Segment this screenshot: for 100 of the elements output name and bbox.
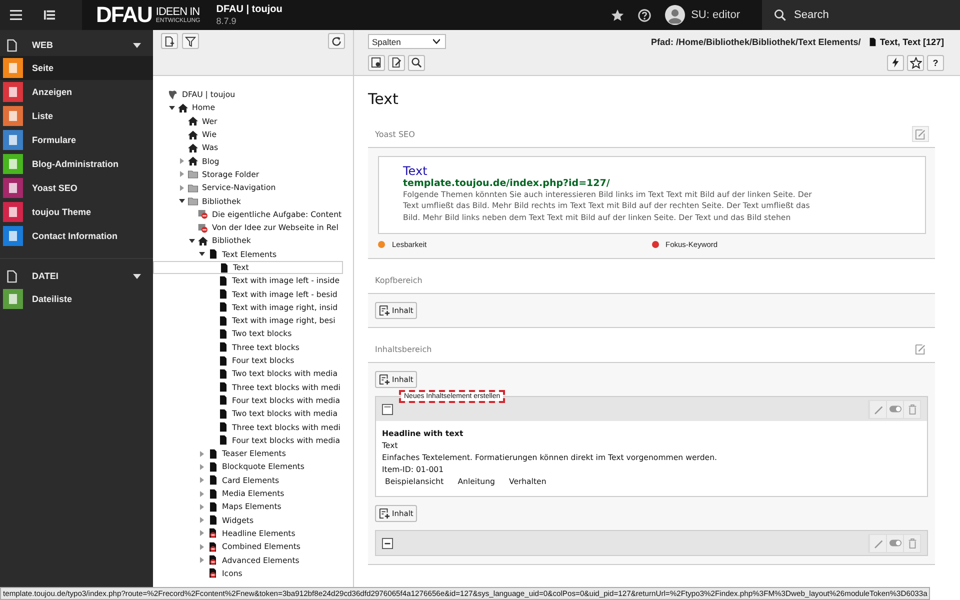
hidden-page-icon <box>208 568 218 578</box>
page-icon <box>218 328 228 339</box>
new-page-button[interactable] <box>161 33 178 49</box>
page-icon <box>208 249 218 260</box>
module-item[interactable]: Seite <box>0 56 153 80</box>
search-button[interactable] <box>408 54 425 70</box>
page-heading: Text <box>368 90 400 108</box>
toggle-button[interactable] <box>886 534 903 552</box>
snippet-title: Text <box>403 165 428 178</box>
page-icon <box>218 356 228 366</box>
house-icon <box>178 102 188 113</box>
trash-icon <box>906 404 918 415</box>
folder-icon <box>188 182 198 193</box>
page-icon <box>868 36 877 46</box>
page-icon <box>219 262 229 272</box>
module-item[interactable]: Anzeigen <box>0 80 153 104</box>
toggle-icon <box>888 539 902 548</box>
module-tile-icon <box>3 130 23 150</box>
collapse-icon[interactable] <box>382 538 393 549</box>
collapse-icon[interactable] <box>382 404 393 415</box>
module-tile-icon <box>3 289 23 309</box>
folder-icon <box>188 196 198 206</box>
columns-select[interactable]: Spalten <box>368 34 446 49</box>
edit-icon <box>915 128 926 140</box>
module-item[interactable]: Yoast SEO <box>0 176 153 200</box>
clear-cache-button[interactable] <box>887 54 904 70</box>
module-group-header[interactable]: WEB <box>0 34 153 56</box>
caret-icon[interactable] <box>199 251 205 258</box>
hidden-shortcut-icon <box>198 209 208 220</box>
page-icon <box>218 395 228 406</box>
pencil-icon <box>872 404 884 415</box>
caret-icon <box>433 39 440 44</box>
page-icon <box>218 382 228 392</box>
filter-button[interactable] <box>182 33 199 49</box>
refresh-icon <box>331 36 342 46</box>
bookmark-button[interactable] <box>907 54 924 70</box>
hidden-page-icon <box>208 542 218 552</box>
page-title: Text, Text [127] <box>880 36 944 46</box>
page-icon <box>218 368 228 379</box>
filter-icon <box>185 36 196 46</box>
toggle-button[interactable] <box>886 400 903 418</box>
logo-text: DFAU <box>96 2 152 28</box>
folder-icon <box>188 169 198 180</box>
module-tile-icon <box>3 154 23 174</box>
add-content-icon <box>379 508 390 520</box>
refresh-button[interactable] <box>328 33 345 49</box>
page-icon <box>218 422 228 432</box>
new-page-icon <box>164 36 175 46</box>
module-item[interactable]: Formulare <box>0 128 153 152</box>
module-item[interactable]: Liste <box>0 104 153 128</box>
hidden-page-icon <box>208 555 218 566</box>
page-icon <box>218 316 228 326</box>
help-icon[interactable] <box>638 8 652 22</box>
house-icon <box>198 236 208 246</box>
module-item[interactable]: Dateiliste <box>0 287 153 311</box>
search-button[interactable]: Search <box>762 0 960 30</box>
list-icon[interactable] <box>44 10 55 20</box>
avatar-icon <box>665 5 686 25</box>
help-button[interactable]: ? <box>927 54 944 70</box>
delete-button[interactable] <box>903 534 920 552</box>
edit-button[interactable] <box>869 400 886 418</box>
page-icon <box>208 488 218 499</box>
snippet-url: template.toujou.de/index.php?id=127/ <box>403 178 611 190</box>
star-icon <box>910 56 922 68</box>
module-tile-icon <box>3 58 23 78</box>
star-icon[interactable] <box>611 8 624 22</box>
module-tile-icon <box>3 82 23 102</box>
caret-icon[interactable] <box>169 104 175 111</box>
page-icon <box>6 270 18 282</box>
caret-icon[interactable] <box>179 198 185 204</box>
edit-button[interactable] <box>869 534 886 552</box>
view-button[interactable] <box>368 54 385 70</box>
menu-icon[interactable] <box>10 10 22 20</box>
house-icon <box>188 156 198 166</box>
page-icon <box>218 435 228 446</box>
edit-button[interactable] <box>912 126 929 142</box>
edit-page-button[interactable] <box>388 54 405 70</box>
version-label: 8.7.9 <box>216 16 238 26</box>
page-icon <box>218 302 228 312</box>
page-icon <box>208 462 218 472</box>
caret-icon[interactable] <box>189 238 195 244</box>
module-tile-icon <box>3 178 23 198</box>
add-content-icon <box>379 374 390 386</box>
search-icon <box>411 57 422 68</box>
module-item[interactable]: Blog-Administration <box>0 152 153 176</box>
page-icon <box>6 38 18 52</box>
logo-tagline: IDEEN IN <box>156 6 200 18</box>
module-item[interactable]: toujou Theme <box>0 200 153 224</box>
edit-icon <box>915 344 926 355</box>
search-icon <box>774 9 786 21</box>
page-icon <box>208 475 218 486</box>
delete-button[interactable] <box>903 400 920 418</box>
edit-page-icon <box>391 57 402 68</box>
house-icon <box>188 142 198 153</box>
user-menu[interactable]: SU: editor <box>665 5 748 25</box>
hidden-shortcut-icon <box>198 222 208 233</box>
page-icon <box>208 448 218 459</box>
module-item[interactable]: Contact Information <box>0 224 153 248</box>
module-group-header[interactable]: DATEI <box>0 258 153 287</box>
breadcrumb-path: Pfad: /Home/Bibliothek/Bibliothek/Text Elements/ <box>650 36 861 46</box>
